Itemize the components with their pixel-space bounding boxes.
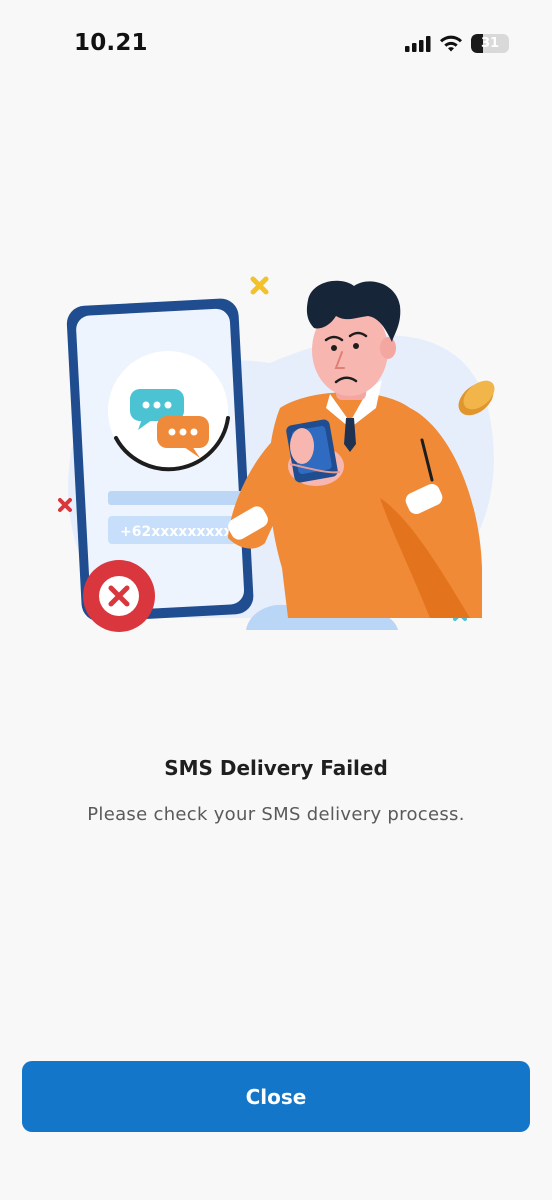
status-icons: 31 — [405, 34, 509, 53]
battery-level: 31 — [480, 36, 500, 51]
decor-cross-yellow-icon — [250, 276, 269, 295]
battery-body: 31 — [471, 34, 509, 53]
status-time: 10.21 — [74, 30, 148, 56]
sms-failed-screen: 10.21 31 +62xxxxxxxxxx SMS Delivery Fail… — [0, 0, 552, 1200]
sms-failed-illustration: +62xxxxxxxxxx — [58, 276, 495, 632]
error-x-icon — [83, 560, 155, 632]
status-bar: 10.21 31 — [0, 0, 552, 90]
battery-icon: 31 — [471, 34, 509, 53]
wifi-icon — [440, 35, 462, 51]
phone-input-bar-1 — [108, 491, 248, 505]
decor-cross-red-icon — [58, 498, 72, 512]
close-button[interactable]: Close — [22, 1061, 530, 1132]
cellular-signal-icon — [405, 35, 431, 52]
page-subtitle: Please check your SMS delivery process. — [87, 804, 465, 825]
phone-number-text: +62xxxxxxxxxx — [120, 524, 242, 540]
page-title: SMS Delivery Failed — [164, 756, 388, 780]
